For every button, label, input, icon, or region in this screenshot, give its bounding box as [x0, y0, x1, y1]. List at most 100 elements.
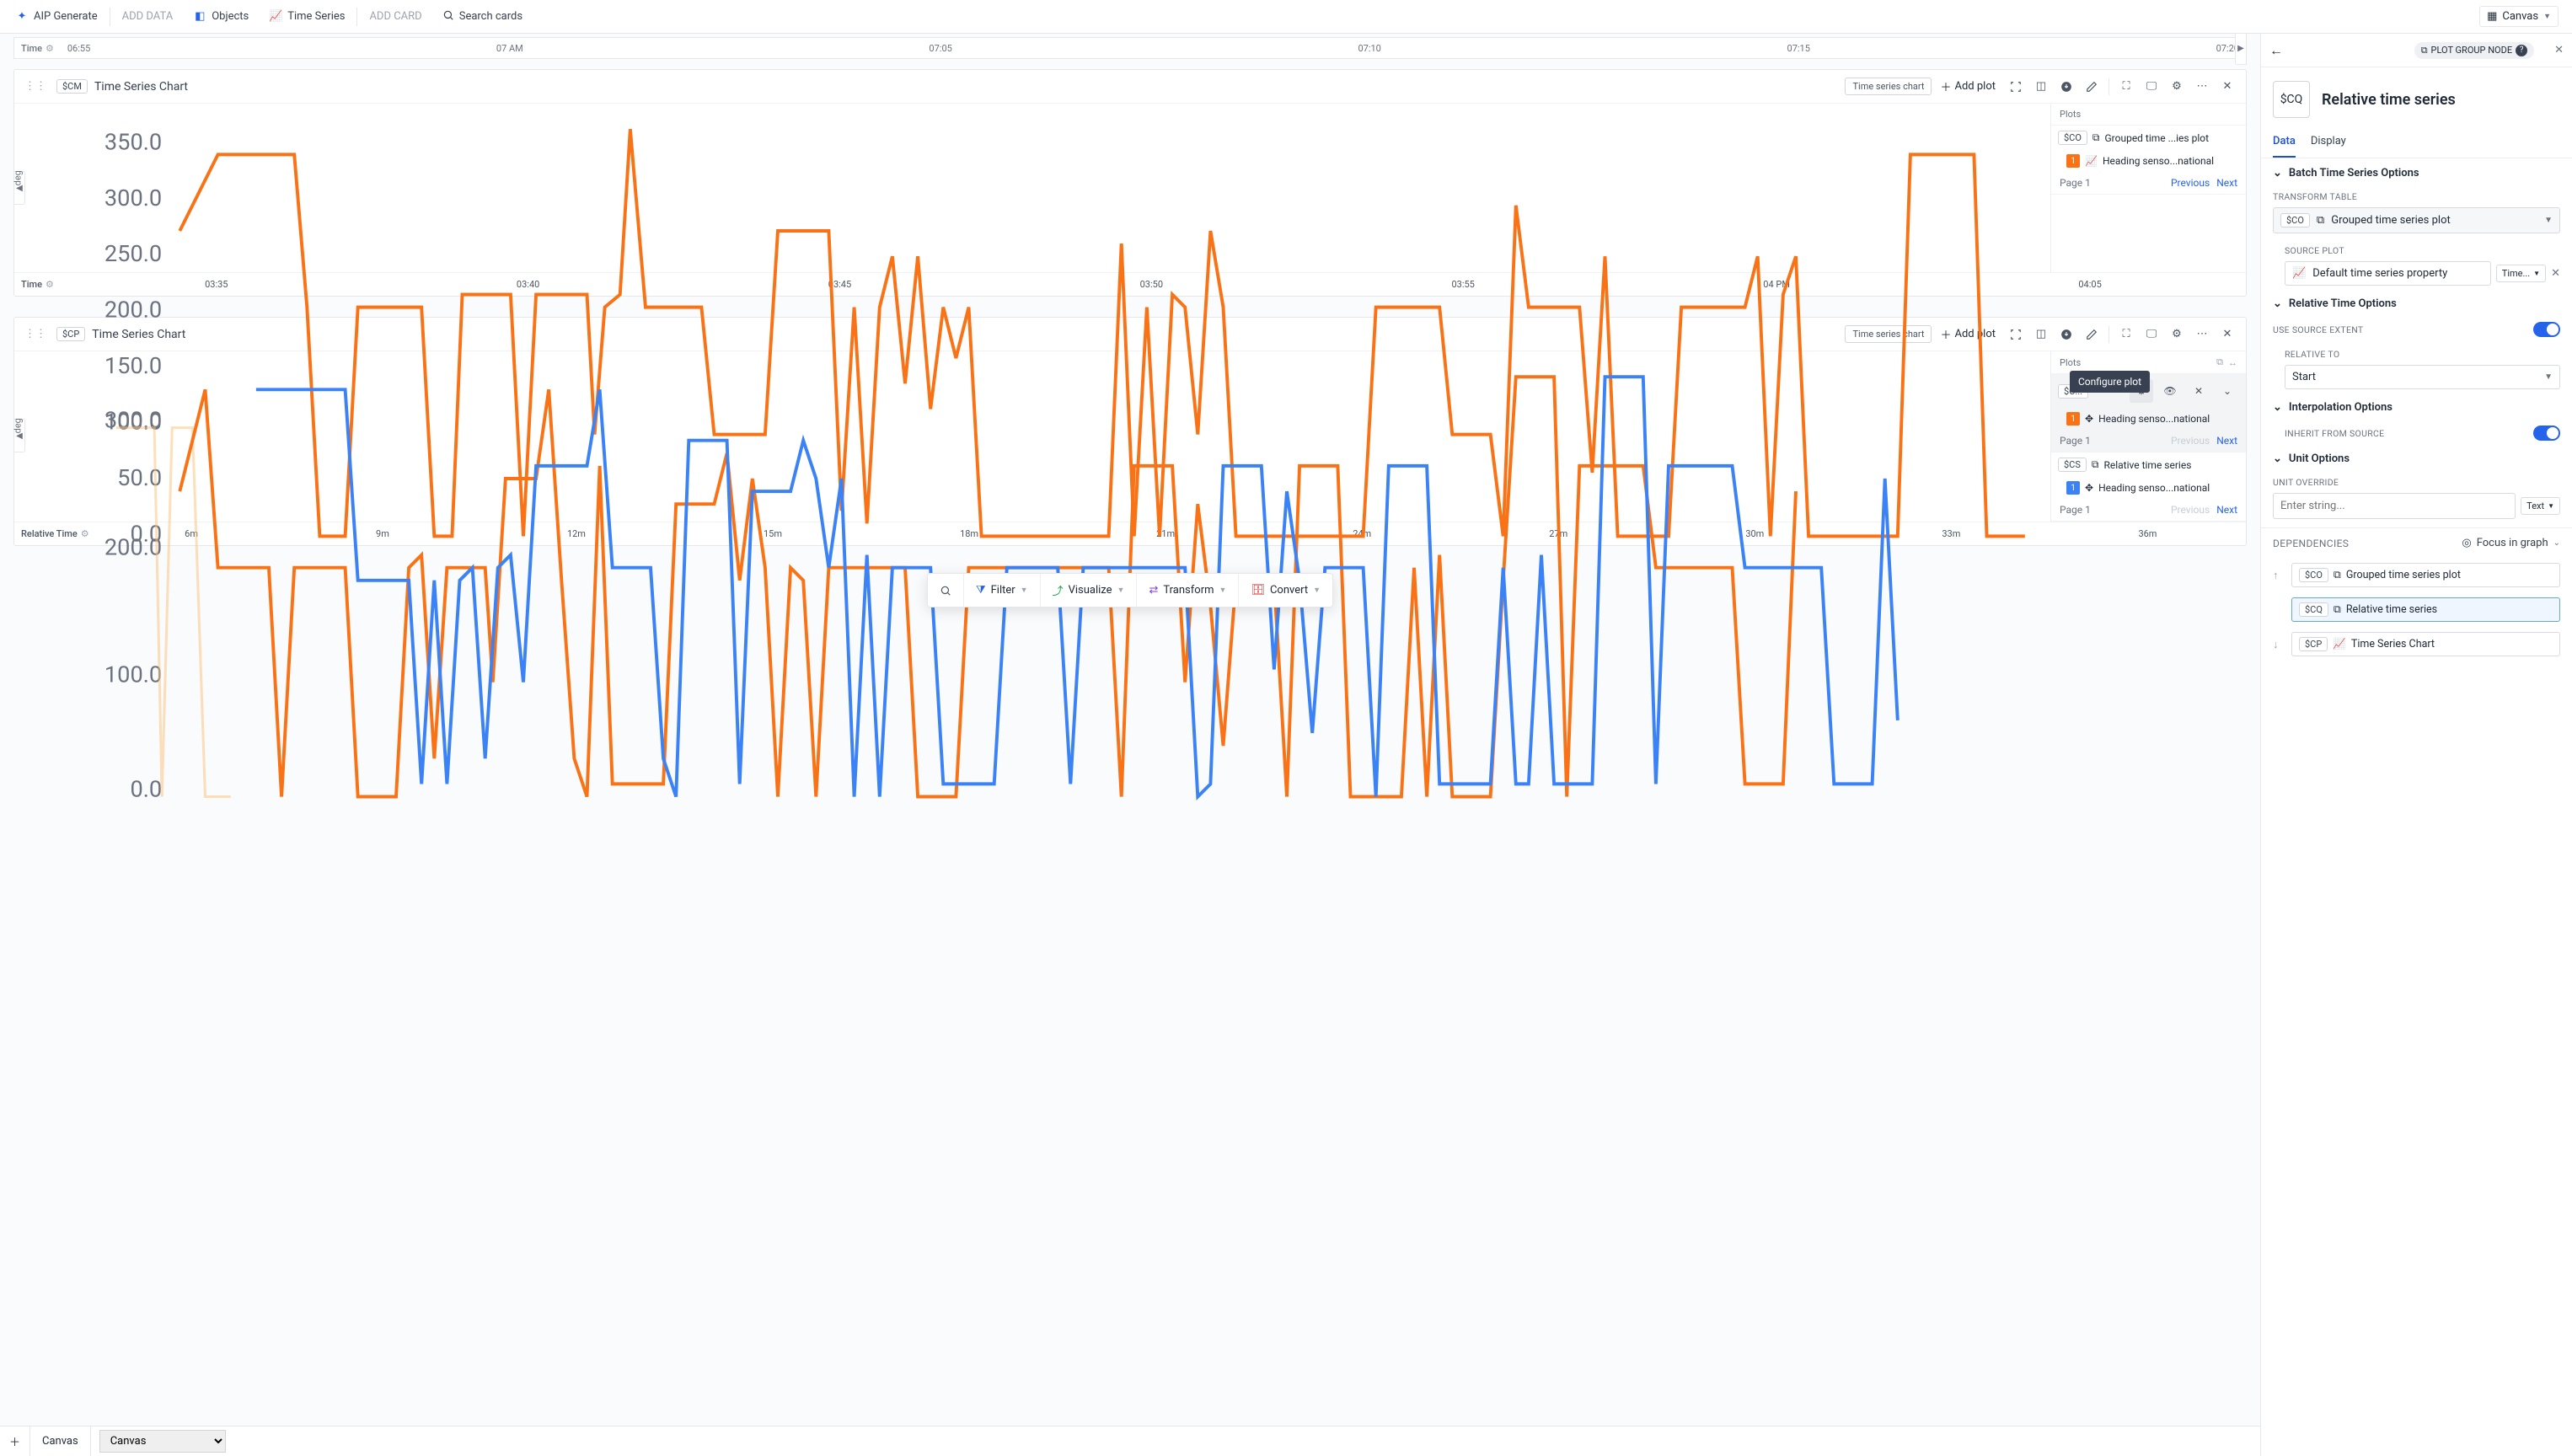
node-type-badge: ⧉ PLOT GROUP NODE ? — [2414, 42, 2534, 59]
plots-panel: Plots ⧉ ↔ Configure plot $C... ⚙ 👁 — [2050, 351, 2246, 522]
group-icon: ⧉ — [2421, 45, 2428, 56]
plot-series-row[interactable]: 1 ✥ Heading senso...national — [2051, 408, 2246, 430]
filter-icon: ⧩ — [976, 584, 986, 597]
section-relative[interactable]: ⌄Relative Time Options — [2273, 297, 2560, 310]
edit-icon[interactable] — [2080, 323, 2103, 346]
chart-type-pill[interactable]: Time series chart — [1845, 78, 1932, 95]
convert-button[interactable]: 🗄Convert▼ — [1239, 574, 1332, 607]
chevron-down-icon: ⌄ — [2273, 401, 2282, 414]
gear-icon[interactable]: ⚙ — [2165, 75, 2189, 99]
link-icon[interactable]: ⧉ — [2216, 356, 2223, 368]
download-icon[interactable] — [2055, 75, 2078, 99]
objects-icon: ◧ — [193, 10, 206, 24]
chart-plot-area[interactable]: ◀ 350.0300.0250.0200.0150.0100.050.00.0 … — [14, 104, 2050, 272]
svg-text:250.0: 250.0 — [104, 240, 162, 267]
width-icon[interactable]: ↔ — [2228, 357, 2237, 368]
edit-icon[interactable] — [2080, 75, 2103, 99]
group-icon: ⧉ — [2092, 131, 2100, 144]
tab-display[interactable]: Display — [2311, 126, 2346, 158]
pager-prev[interactable]: Previous — [2171, 177, 2210, 189]
pager-next[interactable]: Next — [2216, 504, 2237, 516]
gear-icon[interactable]: ⚙ — [46, 43, 54, 54]
close-icon[interactable]: ✕ — [2551, 267, 2560, 280]
objects-button[interactable]: ◧ Objects — [185, 7, 257, 27]
expand-icon[interactable]: ⛶ — [2114, 75, 2138, 99]
y-axis-label: deg — [13, 170, 24, 185]
close-icon[interactable]: ✕ — [2216, 75, 2239, 99]
aip-generate-button[interactable]: ✦ AIP Generate — [7, 7, 106, 27]
search-cards[interactable]: Search cards — [434, 6, 531, 28]
visualize-icon: ⤴ — [1053, 582, 1064, 598]
unit-override-input[interactable] — [2273, 493, 2516, 519]
plot-series-row[interactable]: 1 📈 Heading senso...national — [2051, 150, 2246, 172]
back-button[interactable]: ← — [2269, 42, 2283, 59]
ruler-next[interactable]: ▶ — [2235, 34, 2247, 65]
line-chart-icon: 📈 — [2292, 267, 2306, 280]
pager-prev[interactable]: Previous — [2171, 435, 2210, 447]
pager-next[interactable]: Next — [2216, 177, 2237, 189]
canvas-view-select[interactable]: ▦ Canvas ▼ — [2479, 6, 2559, 27]
gear-icon[interactable]: ⚙ — [2165, 323, 2189, 346]
plot-series-row[interactable]: 1 ✥ Heading senso...national — [2051, 477, 2246, 499]
drag-handle-icon[interactable]: ⋮⋮ — [21, 80, 50, 93]
chart-plot-area[interactable]: ◀ 300.0200.0100.00.0 deg — [14, 351, 2050, 520]
configure-plot-tooltip: Configure plot — [2070, 371, 2150, 393]
dep-row[interactable]: ↑ $CO⧉Grouped time series plot — [2261, 558, 2572, 592]
section-batch[interactable]: ⌄Batch Time Series Options — [2273, 167, 2560, 179]
canvas-select-footer[interactable]: Canvas — [99, 1430, 226, 1453]
use-source-extent-toggle[interactable] — [2533, 322, 2560, 337]
section-interp[interactable]: ⌄Interpolation Options — [2273, 401, 2560, 414]
add-plot-button[interactable]: ＋Add plot — [1933, 75, 2002, 98]
close-icon[interactable]: ✕ — [2216, 323, 2239, 346]
panel-icon[interactable]: ◫ — [2029, 75, 2053, 99]
panel-title: Relative time series — [2322, 91, 2456, 109]
transform-table-select[interactable]: $CO ⧉ Grouped time series plot ▼ — [2273, 207, 2560, 233]
section-unit[interactable]: ⌄Unit Options — [2273, 452, 2560, 465]
present-icon[interactable]: 🖵 — [2140, 75, 2163, 99]
close-icon[interactable]: ✕ — [2187, 379, 2210, 403]
search-action[interactable] — [928, 574, 964, 607]
arrow-down-icon: ↓ — [2273, 638, 2285, 651]
svg-text:0.0: 0.0 — [130, 776, 162, 803]
dep-row[interactable]: $CQ⧉Relative time series — [2261, 592, 2572, 627]
pager-prev[interactable]: Previous — [2171, 504, 2210, 516]
move-icon: ✥ — [2085, 482, 2093, 494]
time-series-button[interactable]: 📈 Time Series — [260, 7, 353, 27]
focus-icon[interactable] — [2004, 75, 2028, 99]
download-icon[interactable] — [2055, 323, 2078, 346]
group-icon: ⧉ — [2334, 603, 2341, 616]
more-icon[interactable]: ⋯ — [2190, 323, 2214, 346]
close-icon[interactable]: ✕ — [2554, 44, 2564, 56]
plot-group-row[interactable]: Configure plot $C... ⚙ 👁 ✕ ⌄ — [2051, 374, 2246, 408]
pager-next[interactable]: Next — [2216, 435, 2237, 447]
source-plot-select[interactable]: 📈 Default time series property — [2285, 261, 2491, 286]
group-icon: ⧉ — [2334, 569, 2341, 581]
expand-icon[interactable]: ⛶ — [2114, 323, 2138, 346]
canvas-tab[interactable]: Canvas — [30, 1427, 91, 1456]
chevron-down-icon: ⌄ — [2273, 297, 2282, 310]
tab-data[interactable]: Data — [2273, 126, 2296, 158]
chevron-down-icon[interactable]: ⌄ — [2216, 379, 2239, 403]
eye-icon[interactable]: 👁 — [2158, 379, 2182, 403]
unit-type-select[interactable]: Text▼ — [2521, 497, 2560, 515]
source-plot-type[interactable]: Time...▼ — [2496, 265, 2546, 282]
chart-card-cp: ⋮⋮ $CP Time Series Chart Time series cha… — [13, 317, 2247, 546]
transform-button[interactable]: ⇄Transform▼ — [1137, 574, 1239, 607]
relative-to-select[interactable]: Start▼ — [2285, 365, 2560, 389]
visualize-button[interactable]: ⤴Visualize▼ — [1041, 574, 1138, 607]
focus-in-graph[interactable]: ◎ Focus in graph ⌄ — [2462, 537, 2560, 549]
present-icon[interactable]: 🖵 — [2140, 323, 2163, 346]
help-icon[interactable]: ? — [2516, 45, 2527, 56]
canvas-footer: ＋ Canvas Canvas — [0, 1426, 2260, 1456]
plot-group-row[interactable]: $CO ⧉ Grouped time ...ies plot — [2051, 126, 2246, 150]
inherit-source-toggle[interactable] — [2533, 426, 2560, 441]
more-icon[interactable]: ⋯ — [2190, 75, 2214, 99]
topbar: ✦ AIP Generate ADD DATA ◧ Objects 📈 Time… — [0, 0, 2572, 34]
plot-group-row[interactable]: $CS ⧉ Relative time series — [2051, 452, 2246, 477]
grid-icon: ▦ — [2487, 10, 2497, 23]
move-icon: ✥ — [2085, 413, 2093, 425]
add-tab-button[interactable]: ＋ — [0, 1427, 30, 1456]
filter-button[interactable]: ⧩Filter▼ — [964, 574, 1041, 607]
svg-text:350.0: 350.0 — [104, 128, 162, 155]
dep-row[interactable]: ↓ $CP📈Time Series Chart — [2261, 627, 2572, 661]
